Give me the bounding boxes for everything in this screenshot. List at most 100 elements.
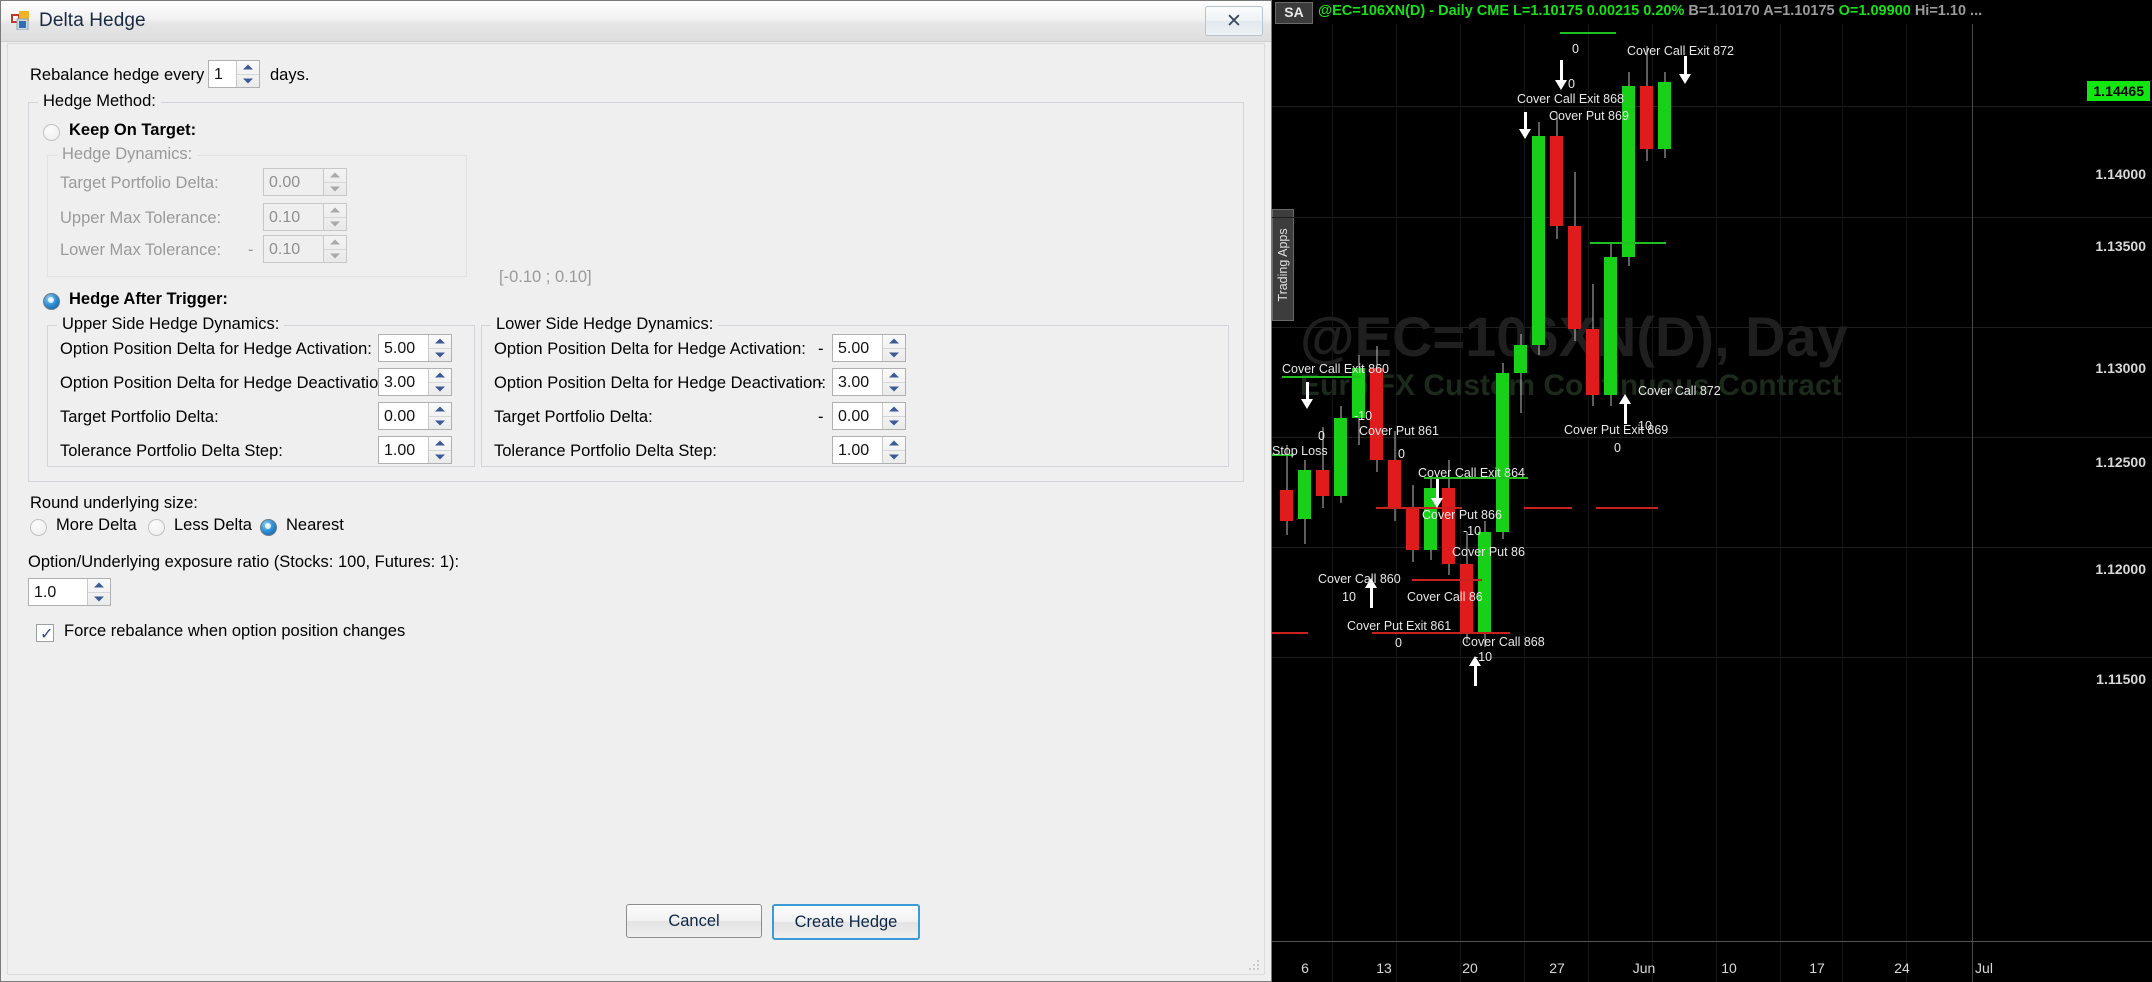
exposure-ratio-down[interactable] bbox=[88, 591, 110, 606]
upper-tolerance-step-value: 1.00 bbox=[384, 442, 416, 459]
upper-tolerance-step-down[interactable] bbox=[429, 449, 451, 464]
upper-max-tolerance-value: 0.10 bbox=[269, 209, 301, 226]
upper-deactivation-up[interactable] bbox=[429, 369, 451, 382]
close-button[interactable]: ✕ bbox=[1205, 6, 1263, 36]
upper-activation-up[interactable] bbox=[429, 335, 451, 348]
create-hedge-button[interactable]: Create Hedge bbox=[772, 904, 920, 940]
ytick-1: 1.13500 bbox=[2095, 238, 2146, 254]
candle bbox=[1568, 172, 1581, 342]
hedge-dynamics-group: Hedge Dynamics: Target Portfolio Delta: … bbox=[47, 145, 467, 277]
rebalance-days-up[interactable] bbox=[237, 61, 259, 74]
chart-panel: SA @EC=106XN(D) - Daily CME L=1.10175 0.… bbox=[1272, 0, 2152, 982]
lower-tolerance-step-down[interactable] bbox=[883, 449, 905, 464]
upper-target-delta-stepper[interactable]: 0.00 bbox=[378, 402, 452, 430]
lower-target-delta-minus: - bbox=[818, 408, 824, 426]
target-portfolio-delta-stepper: 0.00 bbox=[263, 168, 347, 196]
upper-deactivation-stepper[interactable]: 3.00 bbox=[378, 368, 452, 396]
upper-target-delta-down[interactable] bbox=[429, 415, 451, 430]
lower-side-hedge-dynamics-group: Lower Side Hedge Dynamics: Option Positi… bbox=[481, 315, 1229, 467]
upper-tolerance-step-label: Tolerance Portfolio Delta Step: bbox=[60, 442, 283, 460]
chart-annotation: Cover Call Exit 860 bbox=[1282, 362, 1389, 376]
dialog-titlebar[interactable]: Delta Hedge ✕ bbox=[1, 1, 1271, 42]
lower-tolerance-step-stepper[interactable]: 1.00 bbox=[832, 436, 906, 464]
exposure-ratio-up[interactable] bbox=[88, 579, 110, 592]
lower-tolerance-step-up[interactable] bbox=[883, 437, 905, 450]
upper-tolerance-step-stepper[interactable]: 1.00 bbox=[378, 436, 452, 464]
upper-activation-label: Option Position Delta for Hedge Activati… bbox=[60, 340, 372, 358]
resize-grip-icon[interactable] bbox=[1248, 959, 1260, 971]
lower-activation-stepper[interactable]: 5.00 bbox=[832, 334, 906, 362]
ytick-5: 1.11500 bbox=[2096, 671, 2146, 687]
hedge-dynamics-label: Hedge Dynamics: bbox=[57, 145, 198, 164]
chart-sa-badge[interactable]: SA bbox=[1275, 2, 1313, 24]
candle bbox=[1334, 405, 1347, 503]
chart-annotation: 0 bbox=[1614, 441, 1621, 455]
signal-line bbox=[1282, 376, 1360, 378]
chart-annotation: 0 bbox=[1568, 77, 1575, 91]
upper-activation-down[interactable] bbox=[429, 347, 451, 362]
lower-activation-up[interactable] bbox=[883, 335, 905, 348]
target-portfolio-delta-label: Target Portfolio Delta: bbox=[60, 174, 219, 192]
exposure-ratio-stepper[interactable]: 1.0 bbox=[28, 578, 111, 606]
rebalance-days-stepper[interactable]: 1 bbox=[208, 60, 260, 88]
lower-activation-minus: - bbox=[818, 340, 824, 358]
lower-target-delta-label: Target Portfolio Delta: bbox=[494, 408, 653, 426]
buy-arrow-icon bbox=[1619, 394, 1631, 404]
exposure-ratio-label: Option/Underlying exposure ratio (Stocks… bbox=[28, 553, 460, 571]
upper-deactivation-down[interactable] bbox=[429, 381, 451, 396]
candle bbox=[1280, 445, 1293, 536]
screen: Delta Hedge ✕ Rebalance hedge every 1 da… bbox=[0, 0, 2152, 982]
upper-target-delta-up[interactable] bbox=[429, 403, 451, 416]
candle bbox=[1604, 244, 1617, 406]
lower-target-delta-stepper[interactable]: 0.00 bbox=[832, 402, 906, 430]
radio-hedge-after-trigger[interactable] bbox=[43, 293, 60, 310]
chart-annotation: 0 bbox=[1318, 429, 1325, 443]
cancel-button[interactable]: Cancel bbox=[626, 904, 762, 938]
upper-max-tolerance-stepper: 0.10 bbox=[263, 203, 347, 231]
chart-header-open: O=1.09900 bbox=[1838, 3, 1915, 19]
round-underlying-size-label: Round underlying size: bbox=[30, 494, 198, 512]
keep-on-target-label: Keep On Target: bbox=[69, 121, 197, 139]
xtick-1: 13 bbox=[1376, 960, 1392, 976]
upper-deactivation-label: Option Position Delta for Hedge Deactiva… bbox=[60, 374, 393, 392]
rebalance-prefix-label: Rebalance hedge every bbox=[30, 66, 205, 84]
lower-deactivation-down[interactable] bbox=[883, 381, 905, 396]
chart-annotation: 0 bbox=[1572, 42, 1579, 56]
lower-deactivation-stepper[interactable]: 3.00 bbox=[832, 368, 906, 396]
chart-plot-area[interactable]: Trading Apps @EC=106XN(D), Day Euro FX C… bbox=[1272, 24, 2152, 982]
trading-apps-tab[interactable]: Trading Apps bbox=[1272, 209, 1294, 321]
radio-less-delta[interactable] bbox=[148, 519, 165, 536]
radio-more-delta[interactable] bbox=[30, 519, 47, 536]
upper-tolerance-step-up[interactable] bbox=[429, 437, 451, 450]
chart-header-high: Hi=1.10 ... bbox=[1914, 3, 1983, 19]
lower-deactivation-minus: - bbox=[818, 374, 824, 392]
lower-max-tolerance-label: Lower Max Tolerance: bbox=[60, 241, 222, 259]
upper-deactivation-value: 3.00 bbox=[384, 374, 416, 391]
lower-target-delta-down[interactable] bbox=[883, 415, 905, 430]
xtick-7: 24 bbox=[1894, 960, 1910, 976]
candle bbox=[1532, 121, 1545, 356]
upper-activation-stepper[interactable]: 5.00 bbox=[378, 334, 452, 362]
signal-line bbox=[1524, 507, 1572, 509]
check-icon: ✓ bbox=[40, 626, 54, 643]
chart-annotation: Cover Call 868 bbox=[1462, 635, 1545, 649]
hedge-method-group: Hedge Method: Keep On Target: Hedge Dyna… bbox=[28, 92, 1244, 482]
upper-activation-value: 5.00 bbox=[384, 340, 416, 357]
upper-side-label: Upper Side Hedge Dynamics: bbox=[57, 315, 285, 334]
lower-deactivation-up[interactable] bbox=[883, 369, 905, 382]
xtick-3: 27 bbox=[1549, 960, 1565, 976]
radio-nearest[interactable] bbox=[260, 519, 277, 536]
lower-activation-down[interactable] bbox=[883, 347, 905, 362]
xtick-2: 20 bbox=[1462, 960, 1478, 976]
radio-keep-on-target[interactable] bbox=[43, 124, 60, 141]
signal-line bbox=[1412, 579, 1482, 581]
chart-annotation: Cover Call Exit 868 bbox=[1517, 92, 1624, 106]
ytick-3: 1.12500 bbox=[2095, 454, 2146, 470]
dialog-title: Delta Hedge bbox=[39, 10, 146, 31]
rebalance-days-down[interactable] bbox=[237, 73, 259, 88]
force-rebalance-checkbox[interactable]: ✓ bbox=[36, 624, 54, 643]
candle bbox=[1586, 283, 1599, 406]
lower-target-delta-up[interactable] bbox=[883, 403, 905, 416]
app-icon bbox=[11, 11, 29, 30]
hedge-method-label: Hedge Method: bbox=[38, 92, 161, 111]
